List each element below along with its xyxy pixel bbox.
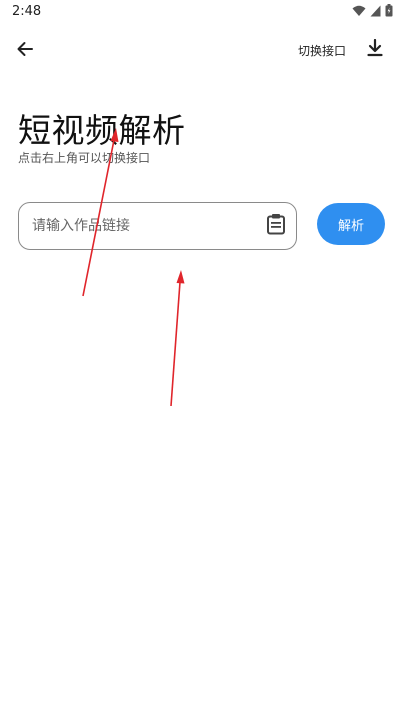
switch-api-button[interactable]: 切换接口 <box>298 42 346 59</box>
signal-icon <box>370 5 381 17</box>
page-title: 短视频解析 <box>18 111 186 150</box>
paste-button[interactable] <box>264 214 288 238</box>
parse-button[interactable]: 解析 <box>317 203 385 245</box>
page-subtitle: 点击右上角可以切换接口 <box>18 151 151 165</box>
arrow-left-icon <box>16 40 34 62</box>
status-bar: 2:48 <box>0 0 403 24</box>
download-icon <box>367 38 383 61</box>
link-input-field <box>18 202 297 250</box>
back-button[interactable] <box>10 36 40 66</box>
wifi-icon <box>352 5 366 17</box>
link-input[interactable] <box>32 203 252 249</box>
status-icons <box>352 4 393 17</box>
annotation-arrow-input <box>170 270 185 407</box>
app-bar: 切换接口 <box>0 24 403 76</box>
download-button[interactable] <box>361 36 389 64</box>
battery-icon <box>385 4 393 17</box>
status-time: 2:48 <box>12 4 42 19</box>
clipboard-icon <box>266 213 286 239</box>
